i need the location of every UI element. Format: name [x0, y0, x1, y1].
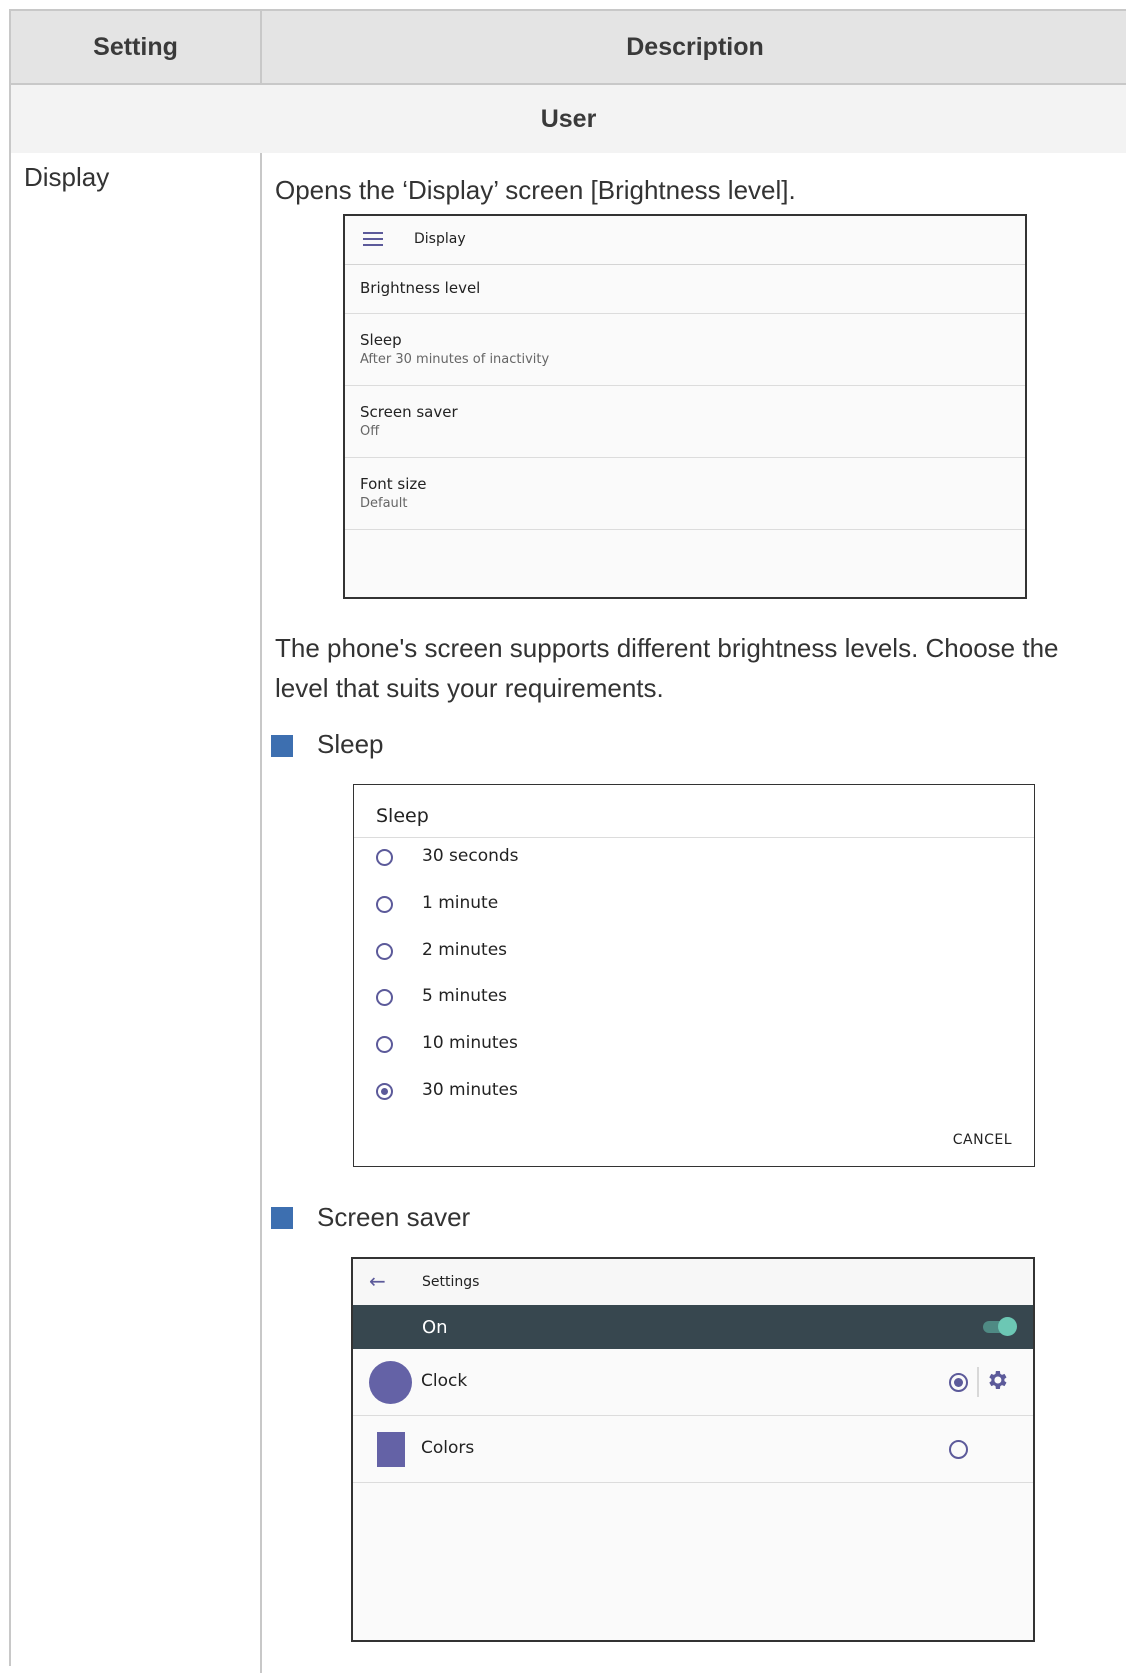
menu-icon[interactable] [363, 232, 383, 248]
colors-thumbnail-icon [377, 1432, 405, 1467]
cancel-button[interactable]: CANCEL [953, 1132, 1012, 1148]
settings-item-font-size[interactable]: Font size Default [345, 458, 1025, 530]
separator [977, 1367, 979, 1397]
app-bar: ← Settings [353, 1259, 1033, 1305]
brightness-description-line1: The phone's screen supports different br… [275, 633, 1059, 663]
item-subtitle: After 30 minutes of inactivity [360, 352, 550, 367]
screensaver-option-clock[interactable]: Clock [353, 1349, 1033, 1416]
option-label: 10 minutes [422, 1033, 518, 1053]
screensaver-screen-mockup: ← Settings On Clock Colors [351, 1257, 1035, 1642]
description-intro: Opens the ‘Display’ screen [Brightness l… [275, 175, 796, 205]
table-header: Setting Description [11, 11, 1126, 85]
option-label: 5 minutes [422, 986, 508, 1006]
option-label: Clock [421, 1371, 468, 1391]
item-subtitle: Off [360, 424, 380, 439]
option-label: 1 minute [422, 893, 499, 913]
item-title: Brightness level [360, 279, 481, 297]
toggle-label: On [422, 1317, 448, 1338]
header-description: Description [626, 33, 764, 61]
section-title: User [540, 105, 597, 133]
column-divider [260, 153, 262, 1673]
brightness-description-line2: level that suits your requirements. [275, 673, 664, 703]
settings-item-sleep[interactable]: Sleep After 30 minutes of inactivity [345, 314, 1025, 386]
radio-selected-icon[interactable] [949, 1373, 968, 1392]
option-label: 30 seconds [422, 846, 519, 866]
screen-title: Display [414, 231, 466, 247]
settings-item-screensaver[interactable]: Screen saver Off [345, 386, 1025, 458]
bullet-square-icon [271, 735, 293, 757]
screen-title: Settings [422, 1274, 480, 1290]
radio-icon[interactable] [376, 849, 393, 866]
settings-item-brightness[interactable]: Brightness level [345, 264, 1025, 314]
display-screen-mockup: Display Brightness level Sleep After 30 … [343, 214, 1027, 599]
gear-icon[interactable] [985, 1368, 1009, 1392]
radio-icon[interactable] [376, 896, 393, 913]
radio-selected-icon[interactable] [376, 1083, 393, 1100]
radio-icon[interactable] [949, 1440, 968, 1459]
radio-icon[interactable] [376, 1036, 393, 1053]
item-title: Sleep [360, 331, 402, 349]
app-bar: Display [345, 216, 1025, 265]
item-title: Screen saver [360, 403, 458, 421]
section-row: User [11, 85, 1126, 153]
setting-display: Display [24, 162, 110, 192]
clock-thumbnail-icon [369, 1361, 412, 1404]
option-label: Colors [421, 1438, 475, 1458]
toggle-switch[interactable] [983, 1317, 1017, 1336]
dialog-title: Sleep [376, 805, 429, 827]
bullet-square-icon [271, 1207, 293, 1229]
sleep-dialog-mockup: Sleep 30 seconds 1 minute 2 minutes 5 mi… [353, 784, 1035, 1167]
option-label: 30 minutes [422, 1080, 518, 1100]
screensaver-option-colors[interactable]: Colors [353, 1416, 1033, 1483]
back-arrow-icon[interactable]: ← [369, 1269, 386, 1293]
option-label: 2 minutes [422, 940, 508, 960]
header-setting: Setting [93, 33, 178, 61]
bullet-sleep: Sleep [317, 729, 384, 759]
item-title: Font size [360, 475, 427, 493]
master-toggle-row[interactable]: On [353, 1305, 1033, 1349]
item-subtitle: Default [360, 496, 408, 511]
radio-icon[interactable] [376, 943, 393, 960]
bullet-screen-saver: Screen saver [317, 1202, 471, 1232]
dialog-divider [354, 837, 1034, 838]
radio-icon[interactable] [376, 989, 393, 1006]
